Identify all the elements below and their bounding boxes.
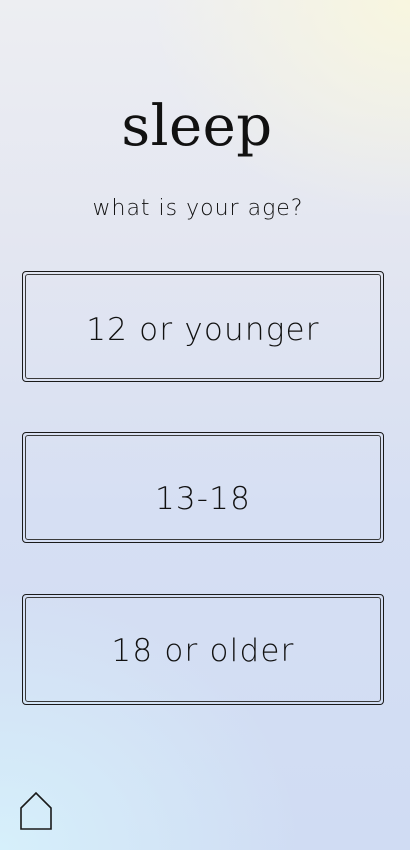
option-18-or-older-button[interactable]: 18 or older bbox=[22, 594, 384, 705]
option-12-or-younger-button[interactable]: 12 or younger bbox=[22, 271, 384, 382]
age-question: what is your age? bbox=[92, 196, 304, 221]
page-title: sleep bbox=[121, 94, 273, 159]
option-label: 18 or older bbox=[111, 633, 295, 669]
option-13-18-button[interactable]: 13-18 bbox=[22, 432, 384, 543]
option-label: 12 or younger bbox=[86, 312, 320, 348]
option-label: 13-18 bbox=[154, 481, 252, 517]
home-icon bbox=[20, 791, 52, 830]
home-button[interactable] bbox=[18, 790, 54, 832]
